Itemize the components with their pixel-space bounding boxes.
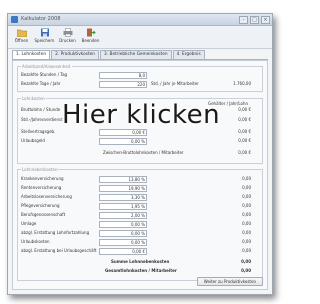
print-button[interactable]: Drucken [58,26,77,48]
grand-total-row: Gesamtlohnkosten / Mitarbeiter 0,00 [21,268,259,274]
form-row: Bezahlte Tage / Jahr 220 Std. / Jahr je … [21,81,259,88]
total-row: Summe Lohnnebenkosten 0,00 [21,259,259,265]
row-value: 0,00 € [238,129,251,134]
form-row: Rentenversicherung 19,90 % 0,00 [21,185,259,192]
form-row: Krankenversicherung 13,80 % 0,00 [21,176,259,183]
percent-input[interactable]: 3,30 % [99,194,147,201]
content-panel: Arbeitszeit/Anwesenheit Bezahlte Stunden… [12,60,268,290]
hours-per-year-value: 1.760,00 [233,81,251,86]
maximize-button[interactable]: □ [250,16,259,24]
row-value: 0,00 [242,212,251,217]
total-label: Summe Lohnnebenkosten [111,259,170,264]
summary-label: Zwischen-Bruttolohnkosten / Mitarbeiter [103,150,184,155]
percent-input[interactable]: 19,90 % [99,185,147,192]
section-title: Arbeitszeit/Anwesenheit [21,64,72,69]
social-costs-section: Lohnnebenkosten Krankenversicherung 13,8… [17,167,263,281]
form-row: Umlage 0,00 % 0,00 [21,221,259,228]
row-value: 0,00 € [238,107,251,112]
percent-input[interactable]: 2,00 % [99,212,147,219]
row-value: 0,00 € [238,117,251,122]
exit-label: Beenden [81,38,100,43]
save-label: Speichern [34,38,55,43]
grand-total-value: 0,00 [241,268,251,273]
row-value: 0,00 [242,230,251,235]
field-label: Std.-/Jahresverdienst [21,117,63,122]
form-row: Urlaubskosten 0,00 % 0,00 [21,239,259,246]
amount-input[interactable]: 0,00 € [99,248,147,255]
tab-ergebnis[interactable]: 4. Ergebnis [172,50,205,59]
field-label: Bruttolohn / Stunde [21,107,61,112]
window-title: Kalkulator 2008 [21,16,61,22]
grand-total-label: Gesamtlohnkosten / Mitarbeiter [105,268,177,273]
print-icon [63,28,72,37]
field-label: abzgl. Erstattung bei Urlaubsgeschäft [21,248,97,253]
days-per-year-input[interactable]: 220 [99,81,147,88]
tab-gemeinkosten[interactable]: 3. Betriebliche Gemeinkosten [100,50,172,59]
percent-input[interactable]: 0,00 % [99,138,147,145]
tab-bar: 1. Lohnkosten 2. Produktivkosten 3. Betr… [12,50,268,60]
app-window: Kalkulator 2008 - □ × Öffnen Speichern D… [7,13,273,295]
row-value: 0,00 [242,221,251,226]
next-button[interactable]: Weiter zu Produktivkosten [196,277,263,286]
amount-input[interactable]: 0,00 € [99,129,147,136]
tab-produktivkosten[interactable]: 2. Produktivkosten [51,50,100,59]
field-label: Pflegeversicherung [21,203,60,208]
summary-value: 0,00 € [238,150,251,155]
form-row: abzgl. Erstattung bei Urlaubsgeschäft 0,… [21,248,259,255]
percent-input[interactable]: 1,95 % [99,203,147,210]
print-label: Drucken [59,38,76,43]
form-row: Arbeitslosenversicherung 3,30 % 0,00 [21,194,259,201]
field-label: abzgl. Erstattung Lohnfortzahlung [21,230,90,235]
toolbar: Öffnen Speichern Drucken Beenden [8,26,272,49]
minimize-button[interactable]: - [239,16,248,24]
row-value: 0,00 [242,248,251,253]
hours-per-day-input[interactable]: 8,0 [99,72,147,79]
app-icon [11,16,18,23]
open-label: Öffnen [14,38,29,43]
row-value: 0,00 € [238,138,251,143]
work-time-section: Arbeitszeit/Anwesenheit Bezahlte Stunden… [17,64,263,92]
row-value: 0,00 [242,185,251,190]
close-button[interactable]: × [261,16,270,24]
form-row: Berufsgenossenschaft 2,00 % 0,00 [21,212,259,219]
click-here-overlay[interactable]: Hier klicken [62,100,220,130]
percent-input[interactable]: 0,00 % [99,230,147,237]
hours-per-year-label: Std. / Jahr je Mitarbeiter [151,81,199,86]
row-value: 0,00 [242,176,251,181]
field-label: Berufsgenossenschaft [21,212,66,217]
field-label: Rentenversicherung [21,185,62,190]
field-label: Bezahlte Stunden / Tag [21,72,68,77]
save-icon [40,28,49,37]
folder-icon [16,29,27,37]
tab-lohnkosten[interactable]: 1. Lohnkosten [12,50,51,59]
total-value: 0,00 [241,259,251,264]
field-label: Krankenversicherung [21,176,64,181]
exit-icon [86,28,96,37]
title-bar: Kalkulator 2008 - □ × [8,14,272,26]
percent-input[interactable]: 13,80 % [99,176,147,183]
exit-button[interactable]: Beenden [81,26,100,48]
form-row: Pflegeversicherung 1,95 % 0,00 [21,203,259,210]
section-title: Lohnkosten [21,96,46,101]
section-title: Lohnnebenkosten [21,167,59,172]
field-label: Urlaubsgeld [21,138,45,143]
form-row: Urlaubsgeld 0,00 % 0,00 € [21,138,259,145]
percent-input[interactable]: 0,00 % [99,239,147,246]
open-button[interactable]: Öffnen [12,26,31,48]
summary-row: Zwischen-Bruttolohnkosten / Mitarbeiter … [21,150,259,156]
field-label: Arbeitslosenversicherung [21,194,72,199]
row-value: 0,00 [242,239,251,244]
form-row: Bezahlte Stunden / Tag 8,0 [21,72,259,79]
form-row: abzgl. Erstattung Lohnfortzahlung 0,00 %… [21,230,259,237]
field-label: Bezahlte Tage / Jahr [21,81,61,86]
row-value: 0,00 [242,194,251,199]
field-label: Stellvertragsgeb. [21,129,56,134]
field-label: Urlaubskosten [21,239,50,244]
percent-input[interactable]: 0,00 % [99,221,147,228]
save-button[interactable]: Speichern [35,26,54,48]
row-value: 0,00 [242,203,251,208]
field-label: Umlage [21,221,37,226]
